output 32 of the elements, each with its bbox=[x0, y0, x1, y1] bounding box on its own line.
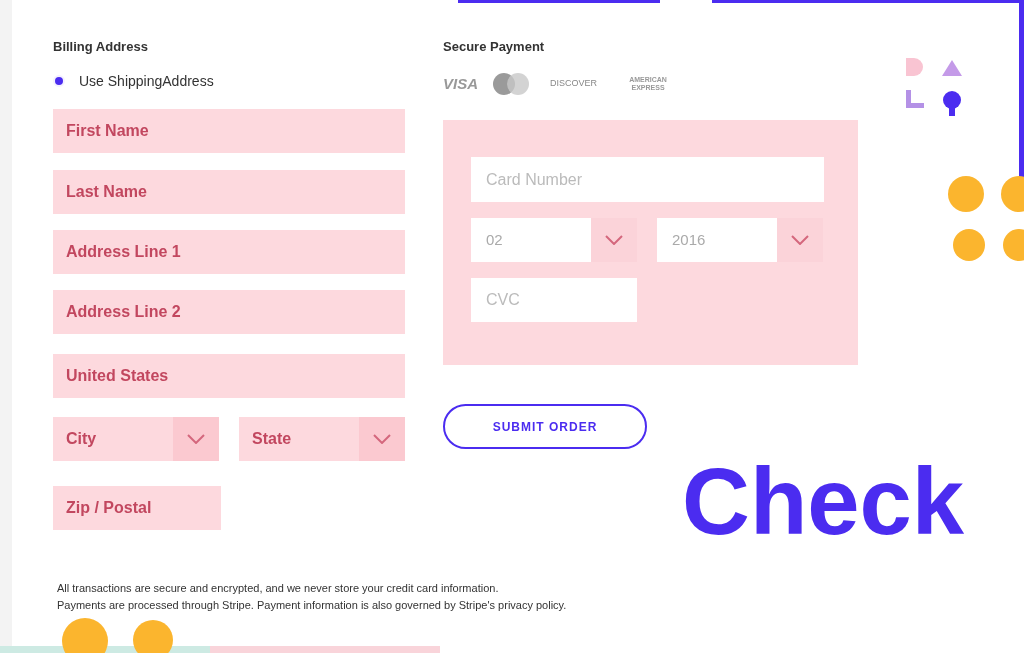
section-title: Billing Address bbox=[53, 38, 149, 55]
text-field[interactable]: CVC bbox=[471, 278, 637, 322]
select-field[interactable]: 02 bbox=[471, 218, 637, 262]
text-field[interactable]: Zip / Postal bbox=[53, 486, 221, 530]
page-heading: Check bbox=[682, 455, 965, 549]
dropdown-button[interactable] bbox=[591, 218, 637, 262]
select-field[interactable]: 2016 bbox=[657, 218, 823, 262]
select-field[interactable]: City bbox=[53, 417, 219, 461]
radio-label: Use ShippingAddress bbox=[79, 71, 214, 91]
radio-button[interactable] bbox=[53, 75, 65, 87]
notice-text: Payments are processed through Stripe. Payment information is also governed by Stripe's privacy policy. bbox=[57, 598, 567, 613]
visa-logo: VISA bbox=[443, 73, 478, 94]
dropdown-button[interactable] bbox=[359, 417, 405, 461]
text-field[interactable]: Address Line 2 bbox=[53, 290, 405, 334]
section-title: Secure Payment bbox=[443, 38, 546, 55]
caret-icon bbox=[373, 434, 391, 444]
text-field[interactable]: Address Line 1 bbox=[53, 230, 405, 274]
discover-logo: DISCOVER bbox=[550, 77, 598, 91]
caret-icon bbox=[605, 235, 623, 245]
submit-button[interactable]: SUBMIT ORDER bbox=[443, 404, 647, 449]
notice-text: All transactions are secure and encrypted, and we never store your credit card information. bbox=[57, 581, 500, 596]
caret-icon bbox=[187, 434, 205, 444]
dropdown-button[interactable] bbox=[173, 417, 219, 461]
text-field[interactable]: Card Number bbox=[471, 157, 824, 202]
caret-icon bbox=[791, 235, 809, 245]
text-field[interactable]: Last Name bbox=[53, 170, 405, 214]
logo-shapes-icon bbox=[906, 58, 964, 118]
select-field[interactable]: State bbox=[239, 417, 405, 461]
text-field[interactable]: First Name bbox=[53, 109, 405, 153]
card-logo-icon bbox=[492, 72, 530, 96]
text-field[interactable]: United States bbox=[53, 354, 405, 398]
dropdown-button[interactable] bbox=[777, 218, 823, 262]
